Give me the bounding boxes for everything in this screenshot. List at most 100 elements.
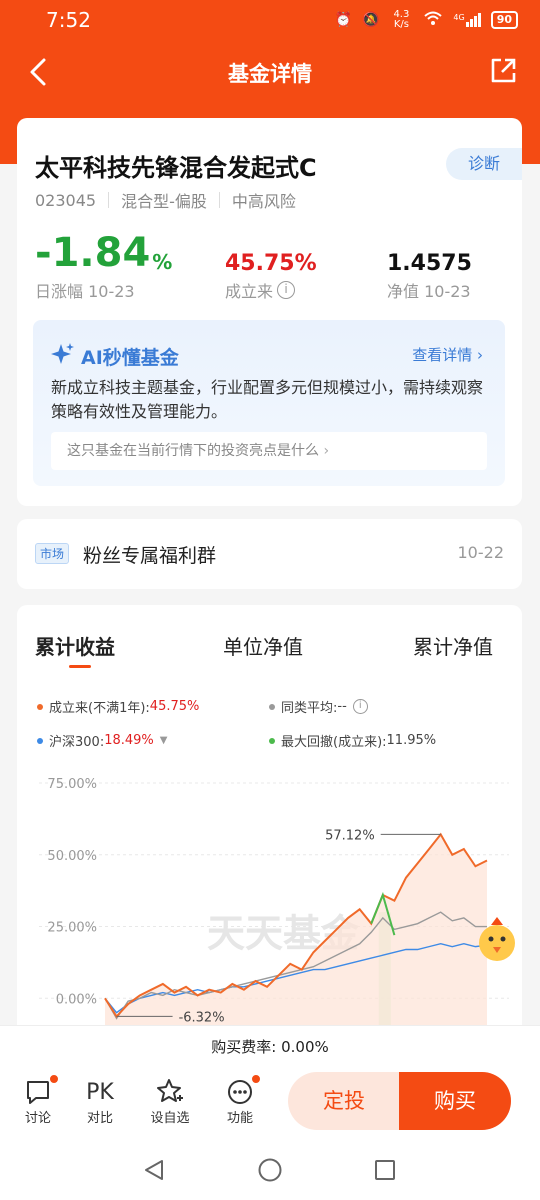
y-tick-label: 50.00% (47, 849, 97, 864)
info-icon[interactable]: i (277, 281, 296, 299)
fee-value: 0.00% (281, 1038, 329, 1056)
legend-index-value: 18.49% (104, 733, 154, 748)
since-inception-metric: 45.75% 成立来 i (225, 230, 317, 302)
functions-button[interactable]: 功能 (212, 1073, 268, 1126)
compare-button[interactable]: PK 对比 (72, 1077, 128, 1127)
more-icon (212, 1073, 268, 1107)
mute-icon: 🔕 (361, 12, 380, 28)
min-annotation-label: -6.32% (179, 1010, 225, 1025)
legend-dot (37, 703, 43, 710)
battery-icon: 90 (490, 11, 518, 29)
ai-more-text: 查看详情 (412, 346, 473, 364)
caret-down-icon: ▼ (159, 735, 168, 746)
legend-dot (37, 737, 43, 744)
y-tick-label: 75.00% (47, 777, 97, 792)
notification-badge (48, 1073, 60, 1085)
fund-name: 太平科技先锋混合发起式C (35, 154, 317, 182)
notification-badge (250, 1073, 262, 1085)
tab-cumulative-return[interactable]: 累计收益 (35, 631, 115, 660)
add-watchlist-button[interactable]: 设自选 (142, 1077, 198, 1126)
home-nav-icon[interactable] (257, 1157, 283, 1187)
legend-fund-label: 成立来(不满1年): (49, 701, 150, 716)
legend-dot (269, 703, 275, 710)
ai-description: 新成立科技主题基金，行业配置多元但规模过小，需持续观察策略有效性及管理能力。 (51, 378, 484, 421)
tab-underline (69, 665, 91, 668)
legend-dot (269, 737, 275, 744)
comment-label: 讨论 (24, 1111, 51, 1126)
pk-icon: PK (86, 1079, 114, 1105)
nav-bar: 基金详情 (0, 40, 540, 104)
fund-code: 023045 (35, 190, 97, 210)
bottom-action-bar: 讨论 PK 对比 设自选 功能 定投 购买 (0, 1067, 540, 1140)
y-tick-label: 25.00% (47, 921, 97, 936)
since-inception-label: 成立来 (225, 282, 274, 301)
tab-cumulative-nav[interactable]: 累计净值 (413, 631, 493, 660)
y-tick-label: 0.00% (56, 992, 97, 1007)
ai-title-text: AI秒懂基金 (81, 347, 179, 369)
ai-summary-box[interactable]: AI秒懂基金 查看详情 › 新成立科技主题基金，行业配置多元但规模过小，需持续观… (33, 320, 505, 486)
daily-change-label: 日涨幅 10-23 (35, 282, 135, 301)
diagnose-button[interactable]: 诊断 (446, 148, 522, 180)
chevron-right-icon: › (323, 443, 330, 459)
daily-change-unit: % (152, 250, 173, 274)
functions-label: 功能 (226, 1111, 253, 1126)
legend-index[interactable]: 沪深300: 18.49% ▼ (37, 731, 167, 750)
status-bar: 7:52 ⏰ 🔕 4.3 K/s 4G 90 (0, 0, 540, 40)
nav-value: 1.4575 (387, 251, 472, 276)
chevron-right-icon: › (477, 346, 483, 364)
page-title: 基金详情 (228, 62, 312, 86)
legend-peer: 同类平均: -- i (269, 697, 368, 716)
chat-icon (10, 1073, 66, 1107)
buy-button[interactable]: 购买 (399, 1072, 511, 1130)
legend-drawdown-label: 最大回撤(成立来): (281, 735, 387, 750)
sparkle-icon (51, 342, 75, 371)
info-icon[interactable]: i (352, 699, 368, 714)
fund-info-card: 太平科技先锋混合发起式C 诊断 023045 混合型-偏股 中高风险 -1.84… (17, 118, 522, 506)
legend-peer-value: -- (337, 699, 347, 714)
legend-index-label: 沪深300: (49, 735, 105, 750)
watch-label: 设自选 (150, 1111, 190, 1126)
legend-fund: 成立来(不满1年): 45.75% (37, 697, 199, 716)
fund-type: 混合型-偏股 (121, 192, 207, 211)
ai-title: AI秒懂基金 (51, 342, 179, 371)
max-annotation-label: 57.12% (325, 828, 375, 843)
fund-risk: 中高风险 (231, 192, 296, 211)
ai-more-link[interactable]: 查看详情 › (412, 344, 483, 365)
legend-fund-value: 45.75% (149, 699, 200, 714)
legend-drawdown-value: 11.95% (386, 733, 437, 748)
net-speed: 4.3 K/s (393, 9, 410, 30)
return-chart[interactable]: 75.00%50.00%25.00%0.00%天天基金57.12%-6.32% (17, 767, 522, 1027)
system-nav-bar (0, 1140, 540, 1200)
divider (108, 192, 110, 208)
market-date: 10-22 (457, 543, 505, 562)
daily-change-metric: -1.84% 日涨幅 10-23 (35, 230, 172, 302)
market-text: 粉丝专属福利群 (83, 545, 217, 567)
daily-change-value: -1.84 (35, 230, 151, 276)
legend-peer-label: 同类平均: (281, 701, 338, 716)
divider (218, 192, 220, 208)
share-icon[interactable] (488, 56, 518, 86)
fee-label: 购买费率: (211, 1038, 277, 1056)
fund-meta: 023045 混合型-偏股 中高风险 (35, 188, 296, 212)
signal-type: 4G (453, 13, 465, 22)
market-tag: 市场 (35, 543, 70, 564)
fee-bar: 购买费率: 0.00% (0, 1025, 540, 1067)
compare-label: 对比 (86, 1111, 113, 1126)
status-icons: ⏰ 🔕 4.3 K/s 4G 90 (335, 10, 518, 30)
ai-question-button[interactable]: 这只基金在当前行情下的投资亮点是什么 › (51, 432, 487, 470)
recents-nav-icon[interactable] (373, 1158, 397, 1186)
since-inception-value: 45.75% (225, 251, 317, 276)
chart-card: 累计收益 单位净值 累计净值 成立来(不满1年): 45.75% 同类平均: -- … (17, 605, 522, 1035)
status-time: 7:52 (46, 8, 91, 32)
wifi-icon (423, 10, 443, 30)
back-nav-icon[interactable] (142, 1158, 166, 1186)
nav-metric: 1.4575 净值 10-23 (387, 230, 472, 302)
tab-unit-nav[interactable]: 单位净值 (223, 631, 303, 660)
legend-drawdown: 最大回撤(成立来): 11.95% (269, 731, 436, 750)
star-plus-icon (142, 1077, 198, 1107)
comment-button[interactable]: 讨论 (10, 1073, 66, 1126)
auto-invest-button[interactable]: 定投 (288, 1072, 400, 1130)
signal-icon: 4G (453, 13, 481, 27)
alarm-icon: ⏰ (334, 12, 352, 28)
market-card[interactable]: 市场 粉丝专属福利群 10-22 (17, 519, 522, 589)
